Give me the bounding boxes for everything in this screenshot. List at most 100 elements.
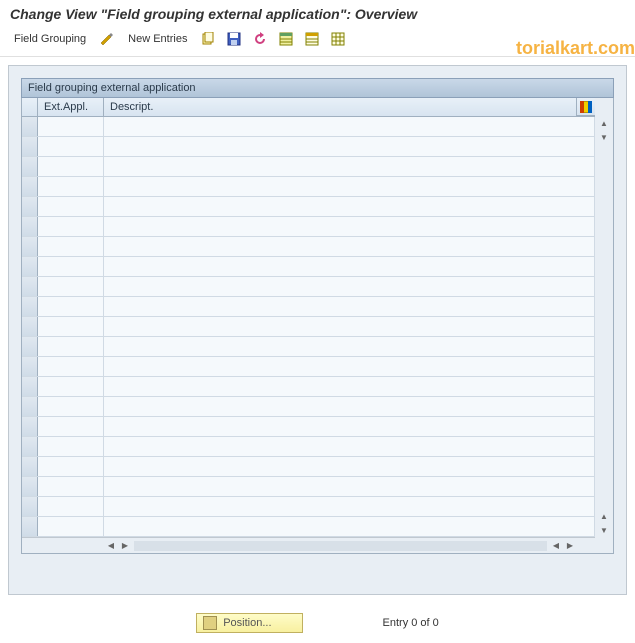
cell-ext-appl[interactable] (38, 397, 104, 416)
cell-ext-appl[interactable] (38, 277, 104, 296)
cell-descript[interactable] (104, 457, 595, 476)
row-selector[interactable] (22, 177, 38, 196)
cell-ext-appl[interactable] (38, 237, 104, 256)
cell-ext-appl[interactable] (38, 497, 104, 516)
undo-icon[interactable] (251, 30, 269, 48)
cell-descript[interactable] (104, 197, 595, 216)
row-selector[interactable] (22, 137, 38, 156)
table-row[interactable] (22, 237, 595, 257)
table-row[interactable] (22, 297, 595, 317)
cell-ext-appl[interactable] (38, 117, 104, 136)
cell-descript[interactable] (104, 277, 595, 296)
configure-columns-icon[interactable] (577, 98, 595, 116)
cell-descript[interactable] (104, 117, 595, 136)
row-selector[interactable] (22, 217, 38, 236)
table-row[interactable] (22, 457, 595, 477)
row-selector[interactable] (22, 377, 38, 396)
cell-descript[interactable] (104, 477, 595, 496)
vscroll-up-icon[interactable]: ▲ (595, 116, 613, 130)
cell-descript[interactable] (104, 337, 595, 356)
cell-descript[interactable] (104, 217, 595, 236)
cell-ext-appl[interactable] (38, 457, 104, 476)
cell-descript[interactable] (104, 437, 595, 456)
cell-ext-appl[interactable] (38, 437, 104, 456)
cell-ext-appl[interactable] (38, 257, 104, 276)
row-selector[interactable] (22, 437, 38, 456)
cell-ext-appl[interactable] (38, 297, 104, 316)
table-row[interactable] (22, 317, 595, 337)
table-row[interactable] (22, 377, 595, 397)
row-selector[interactable] (22, 277, 38, 296)
cell-descript[interactable] (104, 357, 595, 376)
cell-descript[interactable] (104, 177, 595, 196)
deselect-all-icon[interactable] (303, 30, 321, 48)
cell-ext-appl[interactable] (38, 157, 104, 176)
row-selector-header[interactable] (22, 98, 38, 116)
table-row[interactable] (22, 157, 595, 177)
row-selector[interactable] (22, 417, 38, 436)
row-selector[interactable] (22, 497, 38, 516)
row-selector[interactable] (22, 517, 38, 536)
vscroll-down2-icon[interactable]: ▼ (595, 523, 613, 537)
row-selector[interactable] (22, 117, 38, 136)
vscroll-up2-icon[interactable]: ▲ (595, 509, 613, 523)
cell-descript[interactable] (104, 237, 595, 256)
cell-ext-appl[interactable] (38, 197, 104, 216)
table-row[interactable] (22, 337, 595, 357)
row-selector[interactable] (22, 337, 38, 356)
cell-ext-appl[interactable] (38, 217, 104, 236)
hscroll-left-icon[interactable]: ◀ (104, 539, 118, 553)
column-header-descript[interactable]: Descript. (104, 98, 577, 116)
position-button[interactable]: Position... (196, 613, 302, 633)
row-selector[interactable] (22, 457, 38, 476)
cell-ext-appl[interactable] (38, 177, 104, 196)
cell-descript[interactable] (104, 377, 595, 396)
row-selector[interactable] (22, 297, 38, 316)
table-row[interactable] (22, 117, 595, 137)
table-row[interactable] (22, 497, 595, 517)
cell-descript[interactable] (104, 157, 595, 176)
cell-ext-appl[interactable] (38, 137, 104, 156)
cell-ext-appl[interactable] (38, 317, 104, 336)
select-all-icon[interactable] (277, 30, 295, 48)
cell-ext-appl[interactable] (38, 377, 104, 396)
hscroll-left2-icon[interactable]: ◀ (549, 539, 563, 553)
cell-descript[interactable] (104, 137, 595, 156)
row-selector[interactable] (22, 477, 38, 496)
new-entries-button[interactable]: New Entries (124, 31, 191, 47)
cell-descript[interactable] (104, 517, 595, 536)
cell-ext-appl[interactable] (38, 337, 104, 356)
table-settings-icon[interactable] (329, 30, 347, 48)
vscroll-down-icon[interactable]: ▼ (595, 130, 613, 144)
save-icon[interactable] (225, 30, 243, 48)
row-selector[interactable] (22, 257, 38, 276)
table-row[interactable] (22, 397, 595, 417)
copy-icon[interactable] (199, 30, 217, 48)
table-row[interactable] (22, 437, 595, 457)
field-grouping-button[interactable]: Field Grouping (10, 31, 90, 47)
cell-descript[interactable] (104, 317, 595, 336)
cell-descript[interactable] (104, 497, 595, 516)
hscroll-track[interactable] (134, 541, 547, 551)
vscroll-track[interactable] (595, 144, 613, 509)
row-selector[interactable] (22, 397, 38, 416)
table-row[interactable] (22, 197, 595, 217)
toggle-edit-icon[interactable] (98, 30, 116, 48)
hscroll-right-icon[interactable]: ▶ (118, 539, 132, 553)
column-header-ext-appl[interactable]: Ext.Appl. (38, 98, 104, 116)
cell-descript[interactable] (104, 397, 595, 416)
table-row[interactable] (22, 517, 595, 537)
table-row[interactable] (22, 257, 595, 277)
cell-ext-appl[interactable] (38, 477, 104, 496)
table-row[interactable] (22, 277, 595, 297)
row-selector[interactable] (22, 237, 38, 256)
table-row[interactable] (22, 357, 595, 377)
table-row[interactable] (22, 217, 595, 237)
hscroll-right2-icon[interactable]: ▶ (563, 539, 577, 553)
row-selector[interactable] (22, 157, 38, 176)
cell-descript[interactable] (104, 417, 595, 436)
row-selector[interactable] (22, 197, 38, 216)
table-row[interactable] (22, 417, 595, 437)
cell-descript[interactable] (104, 257, 595, 276)
table-row[interactable] (22, 137, 595, 157)
